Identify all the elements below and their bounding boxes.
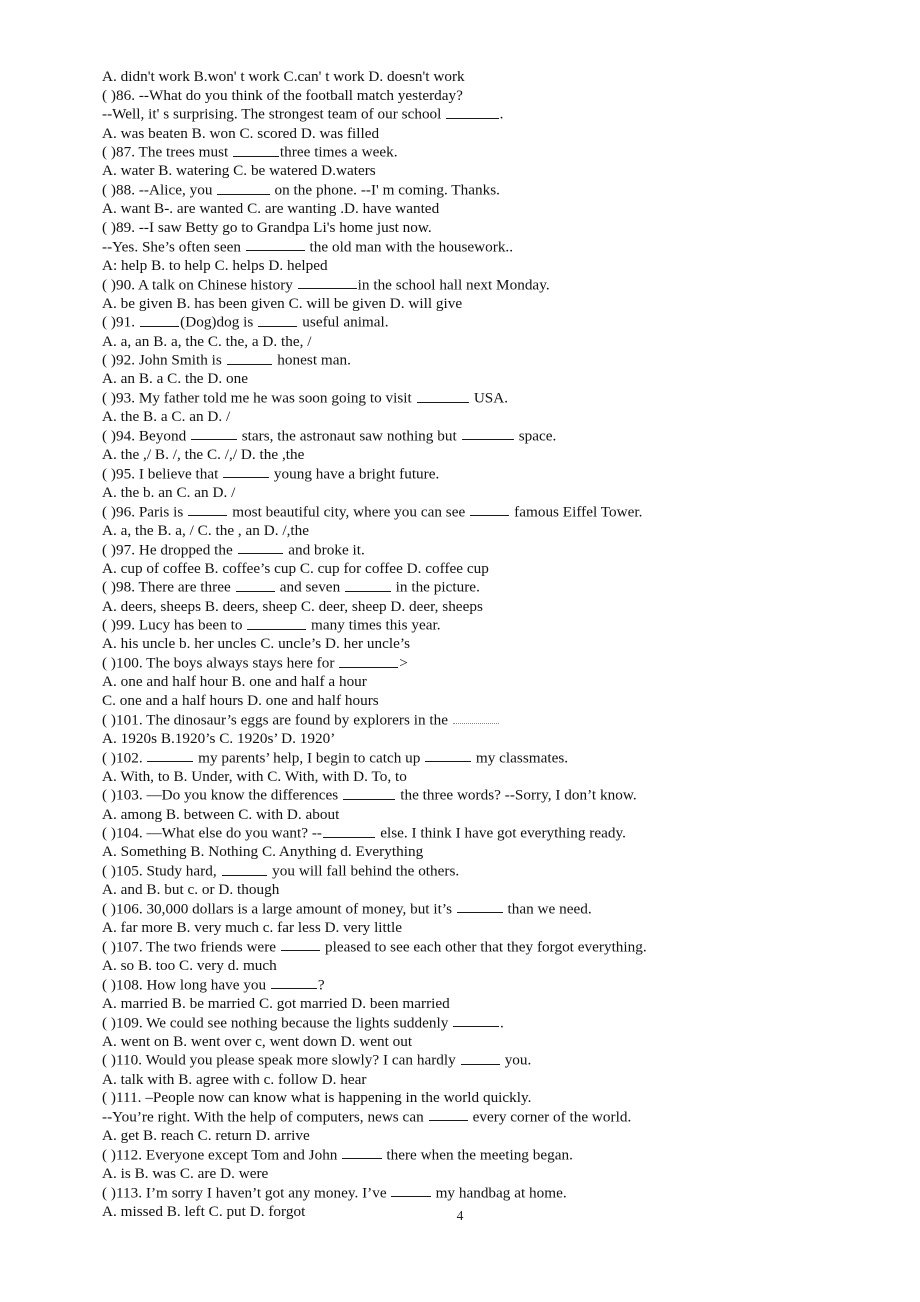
answer-blank — [223, 465, 270, 479]
question-line: ( )88. --Alice, you on the phone. --I' m… — [102, 181, 500, 199]
question-line: A. cup of coffee B. coffee’s cup C. cup … — [102, 559, 489, 577]
question-line: ( )107. The two friends were pleased to … — [102, 938, 647, 956]
question-line: A. the b. an C. an D. / — [102, 484, 236, 501]
question-line: ( )108. How long have you ? — [102, 976, 325, 994]
answer-blank — [456, 900, 503, 914]
question-line: C. one and a half hours D. one and half … — [102, 692, 379, 709]
answer-blank — [323, 824, 376, 838]
document-page: A. didn't work B.won' t work C.can' t wo… — [0, 0, 920, 1302]
question-line: ( )86. --What do you think of the footba… — [102, 86, 463, 104]
answer-blank — [428, 1108, 468, 1122]
question-line: A. 1920s B.1920’s C. 1920s’ D. 1920’ — [102, 729, 336, 747]
question-line: A. be given B. has been given C. will be… — [102, 294, 463, 312]
question-line: ( )89. --I saw Betty go to Grandpa Li's … — [102, 218, 432, 236]
answer-blank — [191, 427, 237, 441]
question-line: A. With, to B. Under, with C. With, with… — [102, 767, 407, 785]
question-line: A. water B. watering C. be watered D.wat… — [102, 162, 376, 180]
question-line: ( )110. Would you please speak more slow… — [102, 1051, 532, 1069]
answer-blank — [343, 786, 396, 800]
question-line: ( )106. 30,000 dollars is a large amount… — [102, 900, 592, 918]
question-line: ( )105. Study hard, you will fall behind… — [102, 862, 460, 880]
answer-blank — [342, 1146, 382, 1160]
answer-blank — [416, 389, 469, 403]
question-line: A. a, the B. a, / C. the , an D. /,the — [102, 521, 310, 539]
question-line: ( )95. I believe that young have a brigh… — [102, 465, 440, 483]
answer-blank — [237, 541, 284, 555]
question-line: A. Something B. Nothing C. Anything d. E… — [102, 843, 424, 861]
answer-blank — [258, 313, 298, 327]
answer-blank — [460, 1051, 500, 1065]
question-line: ( )90. A talk on Chinese history in the … — [102, 276, 550, 293]
answer-blank — [188, 503, 228, 517]
question-line: ( )97. He dropped the and broke it. — [102, 541, 365, 559]
question-line: A. talk with B. agree with c. follow D. … — [102, 1070, 367, 1088]
question-line: ( )98. There are three and seven in the … — [102, 578, 480, 596]
question-line: --Well, it' s surprising. The strongest … — [102, 105, 504, 123]
answer-blank — [221, 862, 268, 876]
question-line: ( )87. The trees must three times a week… — [102, 143, 398, 161]
question-line: ( )96. Paris is most beautiful city, whe… — [102, 503, 643, 521]
question-line: A. his uncle b. her uncles C. uncle’s D.… — [102, 635, 411, 653]
answer-blank — [139, 313, 180, 327]
answer-blank — [226, 351, 273, 365]
answer-blank — [345, 578, 391, 592]
question-line: ( )101. The dinosaur’s eggs are found by… — [102, 711, 842, 730]
question-line: ( )102. my parents’ help, I begin to cat… — [102, 749, 569, 767]
question-line: ( )93. My father told me he was soon goi… — [102, 389, 509, 407]
question-line: A. the B. a C. an D. / — [102, 408, 231, 426]
question-line: A. so B. too C. very d. much — [102, 957, 277, 975]
question-line: A. want B-. are wanted C. are wanting .D… — [102, 200, 440, 218]
answer-blank — [470, 503, 510, 517]
question-line: A. one and half hour B. one and half a h… — [102, 673, 367, 691]
question-line: ( )111. –People now can know what is hap… — [102, 1089, 532, 1107]
question-line: A. an B. a C. the D. one — [102, 370, 248, 388]
question-line: A. and B. but c. or D. though — [102, 881, 280, 899]
question-line: ( )104. —What else do you want? -- else.… — [102, 824, 626, 842]
question-line: --Yes. She’s often seen the old man with… — [102, 238, 514, 256]
question-line: --You’re right. With the help of compute… — [102, 1108, 632, 1126]
question-line: A. a, an B. a, the C. the, a D. the, / — [102, 332, 312, 350]
question-list: A. didn't work B.won' t work C.can' t wo… — [102, 68, 842, 1222]
answer-blank — [280, 938, 321, 952]
question-line: ( )113. I’m sorry I haven’t got any mone… — [102, 1184, 567, 1202]
answer-blank — [446, 105, 499, 119]
question-line: A. the ,/ B. /, the C. /,/ D. the ,the — [102, 446, 305, 464]
answer-blank — [452, 711, 499, 725]
answer-blank — [339, 654, 399, 668]
answer-blank — [270, 976, 317, 990]
question-line: A. deers, sheeps B. deers, sheep C. deer… — [102, 597, 483, 615]
answer-blank — [147, 749, 194, 763]
question-line: A. among B. between C. with D. about — [102, 805, 340, 823]
answer-blank — [297, 276, 357, 289]
question-line: A. didn't work B.won' t work C.can' t wo… — [102, 68, 465, 85]
question-line: A. went on B. went over c, went down D. … — [102, 1032, 413, 1050]
question-line: ( )99. Lucy has been to many times this … — [102, 616, 441, 634]
answer-blank — [391, 1184, 431, 1198]
answer-blank — [235, 578, 275, 592]
page-number: 4 — [456, 1208, 464, 1223]
answer-blank — [247, 616, 307, 630]
question-line: ( )103. —Do you know the differences the… — [102, 786, 637, 804]
question-line: A. get B. reach C. return D. arrive — [102, 1127, 310, 1145]
question-line: A. was beaten B. won C. scored D. was fi… — [102, 124, 380, 142]
question-line: ( )100. The boys always stays here for > — [102, 654, 408, 672]
question-line: ( )112. Everyone except Tom and John the… — [102, 1146, 573, 1164]
question-line: ( )109. We could see nothing because the… — [102, 1014, 504, 1032]
question-line: ( )94. Beyond stars, the astronaut saw n… — [102, 427, 557, 445]
question-line: A: help B. to help C. helps D. helped — [102, 256, 328, 274]
answer-blank — [217, 181, 270, 195]
answer-blank — [233, 143, 279, 157]
question-line: ( )91. (Dog)dog is useful animal. — [102, 313, 389, 331]
answer-blank — [425, 749, 472, 763]
question-line: A. married B. be married C. got married … — [102, 994, 450, 1012]
question-line: ( )92. John Smith is honest man. — [102, 351, 351, 369]
answer-blank — [453, 1014, 499, 1028]
answer-blank — [461, 427, 514, 441]
question-line: A. is B. was C. are D. were — [102, 1165, 269, 1183]
answer-blank — [245, 238, 305, 252]
question-line: A. far more B. very much c. far less D. … — [102, 919, 403, 937]
